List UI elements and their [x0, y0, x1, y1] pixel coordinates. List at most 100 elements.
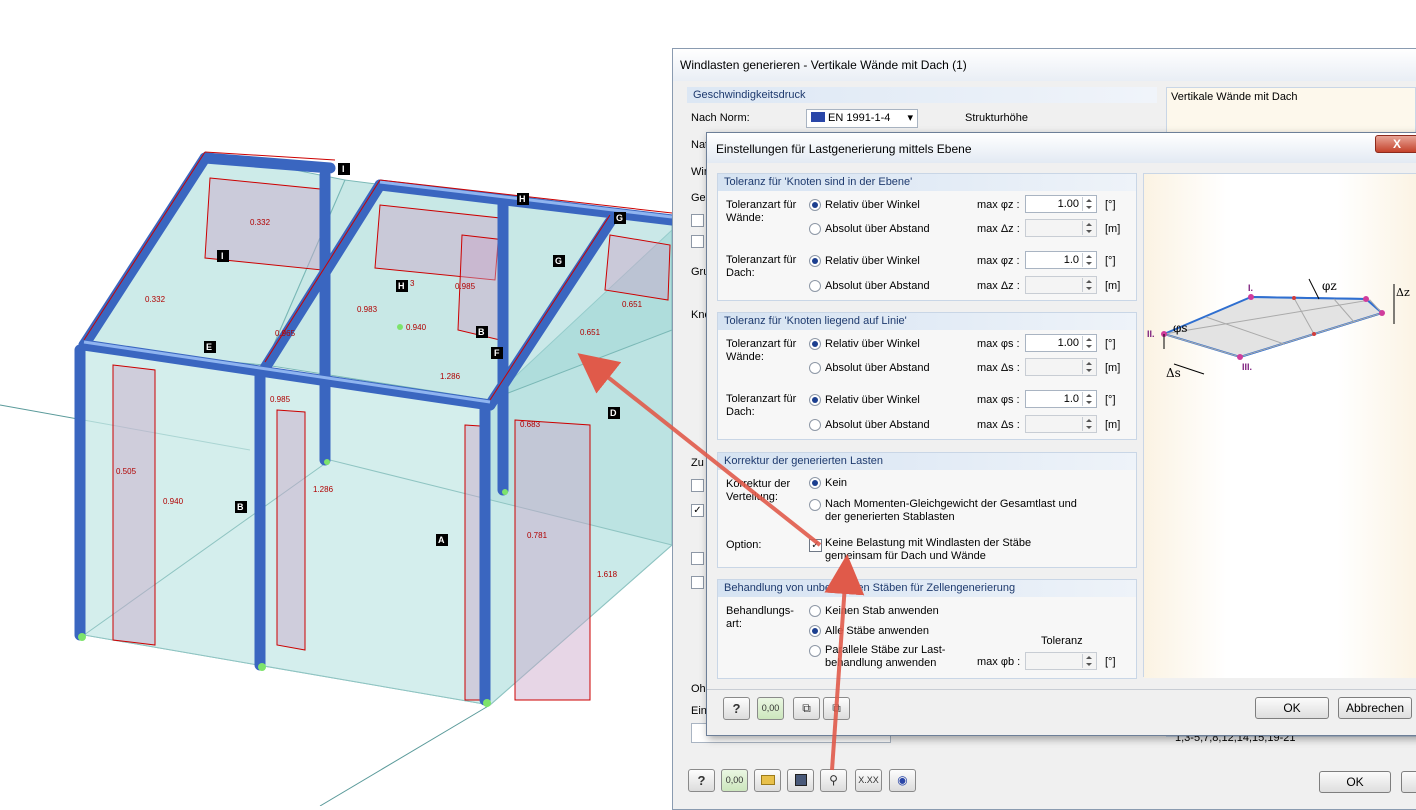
magnifier-icon: ⚲ — [829, 773, 838, 787]
phib-input — [1025, 652, 1097, 670]
walls-absolute-radio[interactable] — [809, 223, 821, 235]
walls-relative-radio[interactable] — [809, 199, 821, 211]
load-value: 0.505 — [116, 467, 137, 476]
parent-checkbox-checked[interactable]: ✓ — [691, 504, 704, 517]
roof-max-phi-label: max φs : — [977, 394, 1020, 406]
spinner-icon[interactable] — [1082, 253, 1095, 267]
parent-checkbox[interactable] — [691, 552, 704, 565]
ok-button[interactable]: OK — [1255, 697, 1329, 719]
folder-icon — [760, 775, 775, 785]
norm-select-value: EN 1991-1-4 — [828, 112, 891, 124]
walls-max-phi-label: max φz : — [977, 199, 1020, 211]
section-plane-tolerance-header: Toleranz für 'Knoten sind in der Ebene' — [718, 174, 1136, 191]
walls-phi-input[interactable]: 1.00 — [1025, 195, 1097, 213]
parent-checkbox[interactable] — [691, 576, 704, 589]
norm-select[interactable]: EN 1991-1-4 ▾ — [806, 109, 918, 128]
node-label-III: III. — [1242, 362, 1252, 372]
surface-letter: B — [237, 502, 244, 512]
walls-absolute-label: Absolut über Abstand — [825, 362, 930, 374]
treatment-label: Behandlungs-art: — [726, 605, 794, 630]
correction-moment-radio[interactable] — [809, 499, 821, 511]
spinner-icon[interactable] — [1082, 197, 1095, 211]
surface-letter: B — [478, 327, 485, 337]
load-value: 0.651 — [622, 300, 643, 309]
export-button[interactable]: ⧉ — [823, 697, 850, 720]
plane-shape — [1161, 295, 1385, 359]
correction-none-radio[interactable] — [809, 477, 821, 489]
spinner-icon[interactable] — [1082, 336, 1095, 350]
roof-tolerance-label: Toleranzart für Dach: — [726, 254, 797, 279]
roof-delta-input — [1025, 276, 1097, 294]
open-button[interactable] — [754, 769, 781, 792]
units-button[interactable]: X.XX — [855, 769, 882, 792]
import-button[interactable]: ⧉ — [793, 697, 820, 720]
correction-none-label: Kein — [825, 477, 848, 489]
parallel-members-radio[interactable] — [809, 645, 821, 657]
unit-m: [m] — [1105, 362, 1121, 374]
walls-max-delta-label: max Δs : — [977, 362, 1020, 374]
delta-s-label: Δs — [1166, 366, 1181, 380]
calculator-button[interactable]: 0,00 — [757, 697, 784, 720]
support-node — [324, 459, 330, 465]
calculator-button[interactable]: 0,00 — [721, 769, 748, 792]
surface-letter: D — [610, 408, 617, 418]
no-member-radio[interactable] — [809, 605, 821, 617]
all-members-radio[interactable] — [809, 625, 821, 637]
roof-phi-input[interactable]: 1.0 — [1025, 390, 1097, 408]
roof-relative-radio[interactable] — [809, 255, 821, 267]
section-line-tolerance-header: Toleranz für 'Knoten liegend auf Linie' — [718, 313, 1136, 330]
settings-dialog: Einstellungen für Lastgenerierung mittel… — [706, 132, 1416, 736]
roof-phi-input[interactable]: 1.0 — [1025, 251, 1097, 269]
load-panel — [604, 234, 671, 301]
plane-node — [1292, 296, 1296, 300]
spinner-icon[interactable] — [1082, 392, 1095, 406]
walls-relative-radio[interactable] — [809, 338, 821, 350]
help-button[interactable]: ? — [688, 769, 715, 792]
parent-checkbox[interactable] — [691, 214, 704, 227]
roof-delta-input — [1025, 415, 1097, 433]
close-button[interactable]: X — [1375, 135, 1416, 153]
unit-m: [m] — [1105, 419, 1121, 431]
parent-checkbox[interactable] — [691, 235, 704, 248]
parent-checkbox[interactable] — [691, 479, 704, 492]
parent-ok-button[interactable]: OK — [1319, 771, 1391, 793]
walls-tolerance-label: Toleranzart für Wände: — [726, 338, 797, 363]
unit-deg: [°] — [1105, 656, 1116, 668]
xxx-icon: X.XX — [858, 775, 879, 785]
cancel-button[interactable]: Abbrechen — [1338, 697, 1412, 719]
support-node — [502, 489, 508, 495]
load-value: 0.985 — [270, 395, 291, 404]
roof-absolute-radio[interactable] — [809, 280, 821, 292]
load-value: 1.618 — [597, 570, 618, 579]
walls-phi-input[interactable]: 1.00 — [1025, 334, 1097, 352]
roof-relative-label: Relativ über Winkel — [825, 394, 920, 406]
all-members-label: Alle Stäbe anwenden — [825, 625, 929, 637]
roof-absolute-radio[interactable] — [809, 419, 821, 431]
view-button[interactable]: ◉ — [889, 769, 916, 792]
unit-deg: [°] — [1105, 338, 1116, 350]
load-panel — [514, 419, 591, 701]
eu-flag-icon — [811, 112, 825, 122]
settings-dialog-title: Einstellungen für Lastgenerierung mittel… — [716, 142, 972, 156]
walls-max-phi-label: max φs : — [977, 338, 1020, 350]
load-value: 0.781 — [527, 531, 548, 540]
support-node — [397, 324, 403, 330]
walls-phi-value: 1.00 — [1057, 198, 1079, 210]
save-button[interactable] — [787, 769, 814, 792]
parent-cancel-button[interactable]: A — [1401, 771, 1416, 793]
help-icon: ? — [697, 773, 706, 788]
roof-relative-radio[interactable] — [809, 394, 821, 406]
walls-absolute-radio[interactable] — [809, 362, 821, 374]
unit-deg: [°] — [1105, 199, 1116, 211]
section-line-tolerance: Toleranz für 'Knoten liegend auf Linie' … — [717, 312, 1137, 440]
load-panel — [112, 364, 156, 646]
roof-max-phi-label: max φz : — [977, 255, 1020, 267]
phi-s-label: φs — [1173, 321, 1188, 335]
support-node — [78, 633, 86, 641]
walls-absolute-label: Absolut über Abstand — [825, 223, 930, 235]
parent-dialog-title: Windlasten generieren - Vertikale Wände … — [673, 49, 1416, 81]
preview-button[interactable]: ⚲ — [820, 769, 847, 792]
structure-height-label: Strukturhöhe — [965, 112, 1028, 124]
help-button[interactable]: ? — [723, 697, 750, 720]
no-common-wind-load-checkbox[interactable]: ✓ — [809, 539, 822, 552]
